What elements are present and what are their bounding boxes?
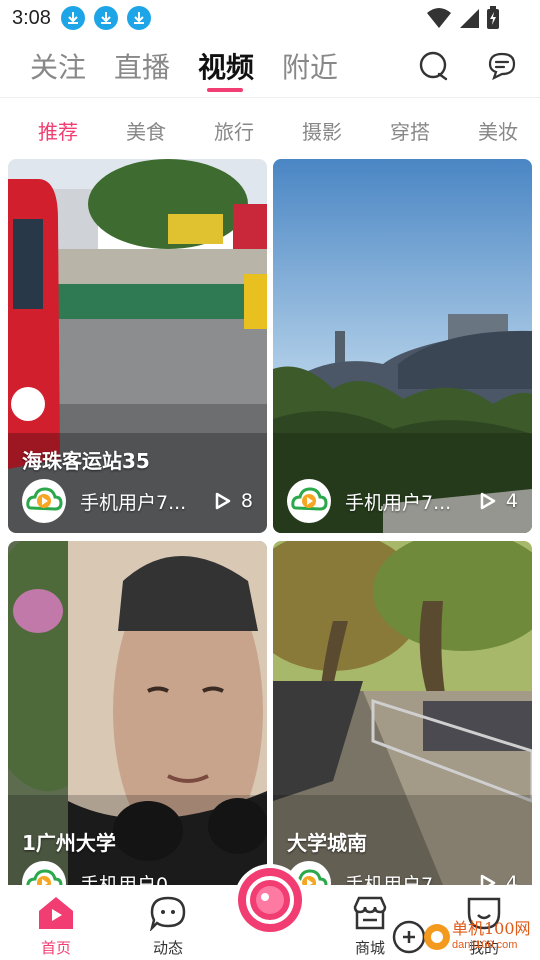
video-card[interactable]: 大学城南 手机用户7 4	[273, 541, 532, 885]
play-icon	[480, 874, 496, 885]
download-icon	[60, 6, 85, 30]
video-thumbnail	[273, 159, 532, 533]
avatar[interactable]	[22, 479, 66, 523]
video-card[interactable]: 1广州大学 手机用户0	[8, 541, 267, 885]
record-button[interactable]	[234, 864, 306, 936]
play-count: 4	[480, 490, 518, 512]
status-bar: 3:08	[0, 0, 540, 36]
card-footer: 手机用户0	[22, 861, 253, 885]
tab-following[interactable]: 关注	[30, 46, 86, 86]
category-travel[interactable]: 旅行	[214, 116, 254, 145]
card-title: 大学城南	[287, 831, 367, 855]
message-icon[interactable]	[486, 50, 518, 82]
author-name: 手机用户7...	[80, 491, 187, 514]
watermark: 单机100网 danji100.com	[392, 914, 540, 960]
play-icon	[215, 492, 231, 510]
play-icon	[480, 492, 496, 510]
category-food[interactable]: 美食	[126, 116, 166, 145]
card-footer: 手机用户7 4	[287, 861, 518, 885]
battery-icon	[487, 6, 499, 29]
card-footer: 手机用户7... 8	[22, 479, 253, 523]
signal-icon	[460, 9, 479, 28]
status-time: 3:08	[12, 6, 51, 29]
video-card[interactable]: 手机用户7... 4	[273, 159, 532, 533]
tab-video[interactable]: 视频	[198, 46, 254, 86]
play-count-value: 8	[240, 490, 253, 512]
download-icon	[93, 6, 118, 30]
author-name: 手机用户0	[80, 873, 169, 886]
watermark-site-name: 单机100网	[452, 919, 531, 938]
nav-label: 商城	[354, 939, 385, 957]
download-icon	[126, 6, 151, 30]
category-tab-bar: 推荐 美食 旅行 摄影 穿搭 美妆	[0, 110, 540, 150]
top-tab-bar: 关注 直播 视频 附近	[0, 40, 540, 98]
watermark-logo-icon	[392, 920, 450, 954]
avatar[interactable]	[287, 479, 331, 523]
tab-live[interactable]: 直播	[114, 46, 170, 86]
cloud-play-icon	[26, 487, 63, 511]
category-photography[interactable]: 摄影	[302, 116, 342, 145]
play-count-value: 4	[505, 872, 518, 885]
watermark-text: 单机100网 danji100.com	[452, 921, 531, 953]
play-count-value: 4	[505, 490, 518, 512]
search-icon[interactable]	[418, 50, 450, 82]
chat-bubble-icon	[148, 893, 188, 933]
nav-label: 首页	[40, 939, 71, 957]
cloud-play-icon	[291, 487, 328, 511]
store-icon	[350, 893, 390, 933]
video-card[interactable]: 海珠客运站35 手机用户7... 8	[8, 159, 267, 533]
home-icon	[36, 893, 76, 933]
play-count: 8	[215, 490, 253, 512]
author-name: 手机用户7...	[345, 491, 452, 514]
tab-nearby[interactable]: 附近	[282, 46, 338, 86]
wifi-icon	[427, 8, 451, 28]
author-name: 手机用户7	[345, 873, 434, 886]
active-tab-indicator	[207, 88, 243, 92]
camera-record-icon	[238, 868, 302, 932]
watermark-url: danji100.com	[452, 939, 518, 951]
category-makeup[interactable]: 美妆	[478, 116, 518, 145]
card-footer: 手机用户7... 4	[287, 479, 518, 523]
status-indicators	[426, 6, 500, 30]
category-recommend[interactable]: 推荐	[38, 116, 78, 145]
nav-moments[interactable]: 动态	[128, 885, 208, 960]
play-count: 4	[480, 872, 518, 885]
nav-home[interactable]: 首页	[16, 885, 96, 960]
nav-label: 动态	[152, 939, 183, 957]
card-title: 1广州大学	[22, 831, 116, 855]
cloud-play-icon	[26, 869, 63, 885]
category-outfit[interactable]: 穿搭	[390, 116, 430, 145]
avatar[interactable]	[22, 861, 66, 885]
video-thumbnail	[8, 159, 267, 533]
card-title: 海珠客运站35	[22, 449, 150, 473]
